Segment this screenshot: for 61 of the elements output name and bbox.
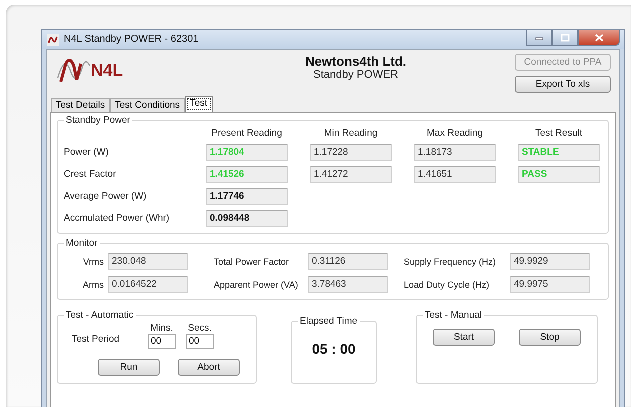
field-label: Mins. — [150, 323, 174, 334]
value-field: 0.31126 — [308, 253, 388, 270]
product-name: Standby POWER — [314, 69, 398, 81]
close-button[interactable] — [578, 30, 620, 46]
field-label: Total Power Factor — [213, 256, 290, 266]
field-label: Load Duty Cycle (Hz) — [403, 280, 491, 290]
field-label: Secs. — [188, 323, 212, 334]
action-button[interactable]: Abort — [178, 359, 240, 376]
tab[interactable]: Test Conditions — [110, 98, 186, 112]
app-icon — [47, 34, 59, 46]
reading-field: 0.098448 — [206, 210, 288, 227]
reading-field: 1.41651 — [414, 166, 496, 183]
field-label: Supply Frequency (Hz) — [403, 256, 498, 266]
column-header: Min Reading — [323, 128, 379, 139]
column-header: Max Reading — [426, 128, 484, 139]
window-title: N4L Standby POWER - 62301 — [64, 34, 200, 45]
value-field: 49.9975 — [510, 276, 590, 293]
value-field: 230.048 — [108, 253, 188, 270]
reading-field: 1.41526 — [206, 166, 288, 183]
reading-field: 1.17228 — [310, 144, 392, 161]
column-header: Test Result — [534, 128, 584, 139]
row-label: Power (W) — [64, 147, 110, 158]
row-label: Accmulated Power (Whr) — [64, 213, 171, 224]
reading-field: 1.41272 — [310, 166, 392, 183]
group-title: Monitor — [65, 238, 99, 249]
close-icon — [594, 34, 604, 42]
action-button[interactable]: Run — [98, 359, 160, 376]
group-title: Standby Power — [65, 115, 132, 126]
column-header: Present Reading — [210, 128, 284, 139]
input-field[interactable]: 00 — [186, 334, 214, 349]
minimize-icon — [534, 34, 544, 40]
result-field: STABLE — [518, 144, 600, 161]
logo-text: N4L — [91, 61, 124, 81]
row-label: Crest Factor — [64, 169, 118, 180]
company-name: Newtons4th Ltd. — [305, 54, 407, 69]
field-label: Test Period — [71, 334, 121, 347]
value-field: 0.0164522 — [108, 276, 188, 293]
field-label: Vrms — [82, 256, 104, 266]
elapsed-time: 05 : 00 — [312, 341, 356, 357]
action-button[interactable]: Start — [433, 329, 495, 346]
export-button[interactable]: Export To xls — [515, 76, 611, 93]
wave-logo-icon — [57, 58, 91, 84]
group-title: Elapsed Time — [299, 316, 359, 327]
field-label: Apparent Power (VA) — [213, 280, 300, 290]
group-title: Test - Automatic — [65, 310, 135, 321]
group-title: Test - Manual — [424, 310, 484, 321]
minimize-button[interactable] — [526, 30, 552, 46]
tab[interactable]: Test — [185, 96, 212, 112]
value-field: 49.9929 — [510, 253, 590, 270]
reading-field: 1.17746 — [206, 188, 288, 205]
reading-field: 1.18173 — [414, 144, 496, 161]
reading-field: 1.17804 — [206, 144, 288, 161]
value-field: 3.78463 — [308, 276, 388, 293]
input-field[interactable]: 00 — [148, 334, 176, 349]
field-label: Arms — [82, 280, 104, 290]
maximize-button[interactable] — [552, 30, 578, 46]
action-button[interactable]: Stop — [519, 329, 581, 346]
row-label: Average Power (W) — [64, 191, 148, 202]
result-field: PASS — [518, 166, 600, 183]
maximize-icon — [560, 34, 570, 42]
tab[interactable]: Test Details — [51, 98, 110, 112]
